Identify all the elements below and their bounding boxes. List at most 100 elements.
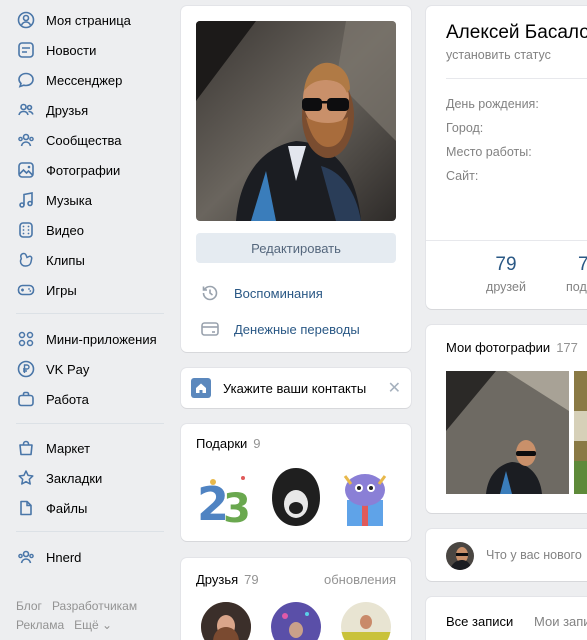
contacts-prompt-card[interactable]: Укажите ваши контакты ✕ — [181, 368, 411, 408]
music-icon — [16, 190, 36, 210]
gifts-count: 9 — [253, 436, 261, 451]
group-icon — [16, 547, 36, 567]
nav-label: Музыка — [46, 192, 92, 208]
nav-bookmarks[interactable]: Закладки — [16, 467, 102, 489]
briefcase-icon — [16, 389, 36, 409]
gift-item[interactable] — [262, 464, 330, 532]
photo-thumbnail[interactable] — [574, 371, 587, 494]
profile-photo[interactable] — [196, 21, 396, 221]
news-icon — [16, 40, 36, 60]
photo-thumbnail[interactable] — [446, 371, 569, 494]
set-status-link[interactable]: установить статус — [446, 48, 551, 62]
message-icon — [16, 70, 36, 90]
photos-header[interactable]: Мои фотографии 177 — [446, 340, 578, 355]
profile-info-card: Алексей Басало установить статус День ро… — [426, 6, 587, 309]
counters-divider — [426, 240, 587, 241]
home-icon — [191, 378, 211, 398]
history-icon — [199, 282, 221, 304]
footer-link-developers[interactable]: Разработчикам — [52, 599, 137, 613]
photo-icon — [16, 160, 36, 180]
nav-work[interactable]: Работа — [16, 388, 89, 410]
nav-clips[interactable]: Клипы — [16, 249, 85, 271]
sidebar-divider — [16, 423, 164, 424]
star-icon — [16, 468, 36, 488]
bag-icon — [16, 438, 36, 458]
followers-counter-value: 7 — [578, 254, 587, 275]
gift-item[interactable]: 2 3 — [193, 464, 261, 532]
tab-my-posts[interactable]: Мои запи — [534, 614, 587, 629]
footer-links-row1: Блог Разработчикам — [16, 599, 137, 613]
nav-label: Новости — [46, 42, 97, 58]
card-transfer-icon — [199, 318, 221, 340]
friends-updates-link[interactable]: обновления — [324, 572, 396, 587]
sidebar-divider — [16, 313, 164, 314]
composer-input[interactable]: Что у вас нового — [486, 548, 582, 562]
photos-count: 177 — [556, 340, 578, 355]
gifts-title: Подарки — [196, 436, 248, 451]
info-field-work: Место работы: — [446, 145, 532, 159]
nav-market[interactable]: Маркет — [16, 437, 90, 459]
footer-link-more[interactable]: Ещё ⌄ — [74, 618, 112, 632]
video-icon — [16, 220, 36, 240]
nav-label: Hnerd — [46, 549, 82, 565]
nav-label: Видео — [46, 222, 84, 238]
contacts-prompt-label: Укажите ваши контакты — [223, 380, 367, 396]
friends-card: Друзья 79 обновления — [181, 558, 411, 640]
money-transfers-link[interactable]: Денежные переводы — [199, 318, 360, 340]
nav-my-page[interactable]: Моя страница — [16, 9, 131, 31]
gamepad-icon — [16, 280, 36, 300]
apps-icon — [16, 329, 36, 349]
footer-link-ads[interactable]: Реклама — [16, 618, 64, 632]
money-transfers-label: Денежные переводы — [234, 321, 360, 337]
gift-item[interactable] — [331, 464, 399, 532]
user-circle-icon — [16, 10, 36, 30]
nav-label: Закладки — [46, 470, 103, 486]
nav-video[interactable]: Видео — [16, 219, 84, 241]
info-divider — [446, 78, 587, 79]
friend-avatar[interactable] — [271, 602, 321, 640]
photos-title: Мои фотографии — [446, 340, 551, 355]
nav-vk-pay[interactable]: VK Pay — [16, 358, 89, 380]
friends-counter[interactable]: 79 друзей — [466, 254, 546, 294]
nav-games[interactable]: Игры — [16, 279, 77, 301]
profile-name: Алексей Басало — [446, 22, 587, 43]
tab-all-posts[interactable]: Все записи — [446, 614, 513, 629]
my-photos-card: Мои фотографии 177 — [426, 325, 587, 513]
friends-header[interactable]: Друзья 79 — [196, 572, 259, 587]
friend-avatar[interactable] — [341, 602, 391, 640]
nav-messenger[interactable]: Мессенджер — [16, 69, 122, 91]
communities-icon — [16, 130, 36, 150]
nav-mini-apps[interactable]: Мини-приложения — [16, 328, 157, 350]
nav-label: Фотографии — [46, 162, 121, 178]
footer-link-blog[interactable]: Блог — [16, 599, 42, 613]
nav-label: Файлы — [46, 500, 88, 516]
nav-label: Мини-приложения — [46, 331, 157, 347]
info-field-city: Город: — [446, 121, 484, 135]
profile-photo-card: Редактировать Воспоминания Денежные пере… — [181, 6, 411, 352]
followers-counter[interactable]: 7 подп — [562, 254, 587, 294]
edit-profile-button[interactable]: Редактировать — [196, 233, 396, 263]
nav-label: Маркет — [46, 440, 91, 456]
friend-avatar[interactable] — [201, 602, 251, 640]
nav-photos[interactable]: Фотографии — [16, 159, 120, 181]
nav-label: Игры — [46, 282, 77, 298]
file-icon — [16, 498, 36, 518]
nav-label: Моя страница — [46, 12, 131, 28]
gifts-header[interactable]: Подарки 9 — [196, 436, 261, 451]
post-composer-card[interactable]: Что у вас нового — [426, 529, 587, 581]
nav-label: Мессенджер — [46, 72, 123, 88]
nav-files[interactable]: Файлы — [16, 497, 87, 519]
close-icon[interactable]: ✕ — [388, 378, 401, 398]
friends-counter-value: 79 — [495, 254, 517, 275]
nav-friends[interactable]: Друзья — [16, 99, 88, 121]
memories-link[interactable]: Воспоминания — [199, 282, 323, 304]
nav-group-hnerd[interactable]: Hnerd — [16, 546, 81, 568]
nav-communities[interactable]: Сообщества — [16, 129, 122, 151]
nav-news[interactable]: Новости — [16, 39, 96, 61]
memories-label: Воспоминания — [234, 285, 323, 301]
followers-counter-label: подп — [566, 280, 587, 294]
nav-label: Друзья — [46, 102, 89, 118]
nav-music[interactable]: Музыка — [16, 189, 92, 211]
sidebar-divider — [16, 531, 164, 532]
friends-icon — [16, 100, 36, 120]
